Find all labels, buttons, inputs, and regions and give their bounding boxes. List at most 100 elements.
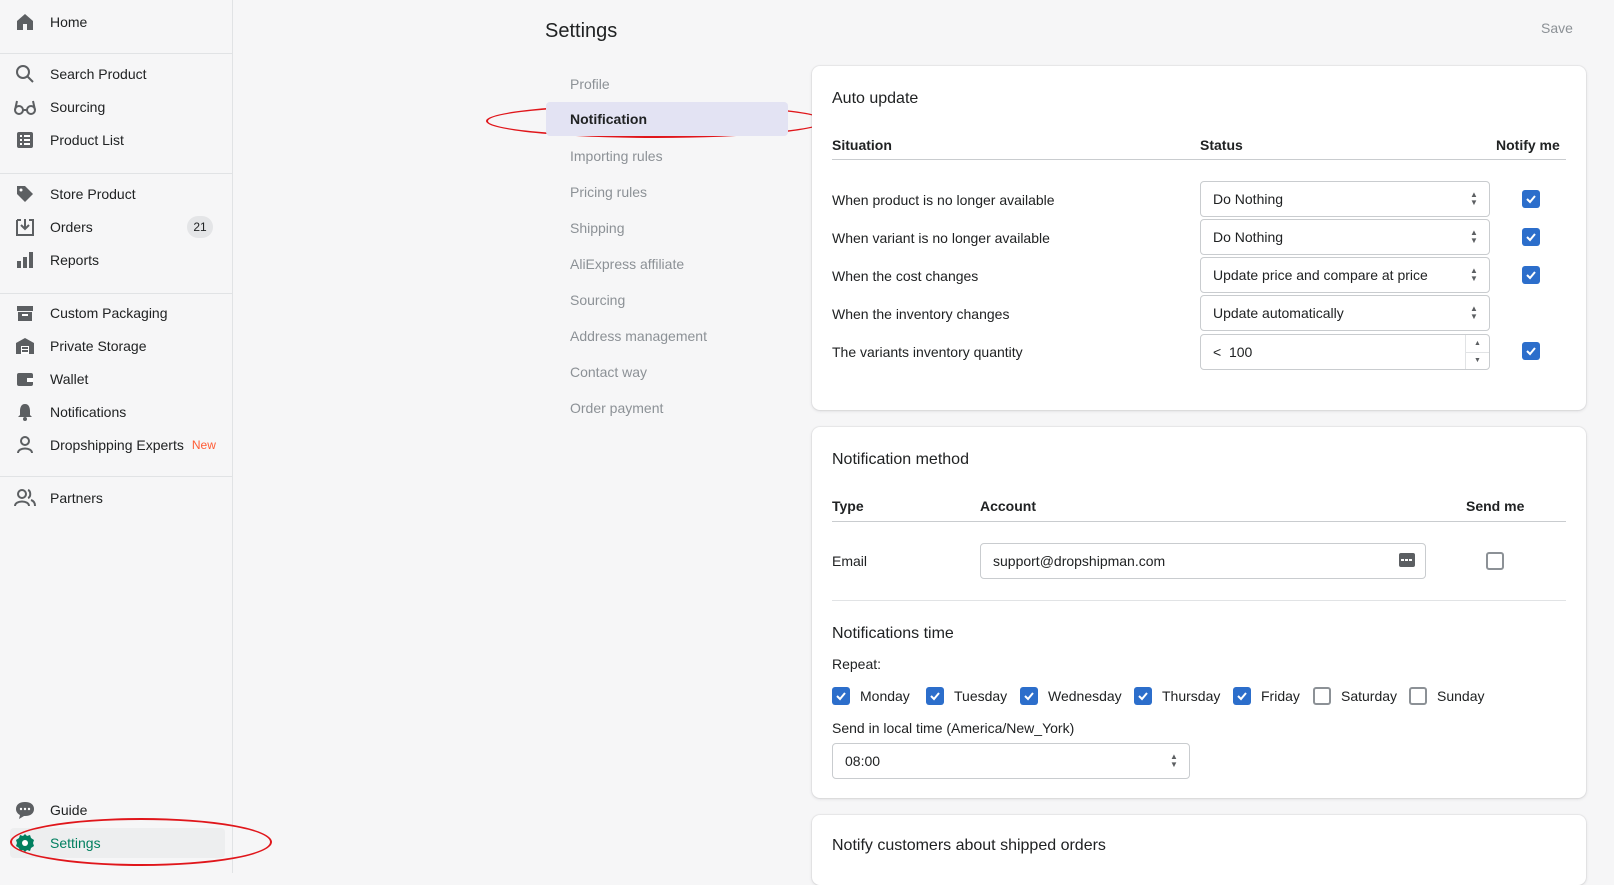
sidebar-item-notifications[interactable]: Notifications (10, 397, 225, 427)
checkmark-icon (1526, 271, 1536, 280)
column-header-status: Status (1200, 137, 1243, 153)
checkmark-icon (1138, 692, 1148, 701)
sidebar-item-label: Guide (50, 802, 88, 818)
settings-nav-importing-rules[interactable]: Importing rules (546, 139, 788, 173)
checkmark-icon (1526, 347, 1536, 356)
select-value: Update automatically (1213, 305, 1344, 321)
sidebar-item-wallet[interactable]: Wallet (10, 364, 225, 394)
sidebar-item-label: Dropshipping Experts (50, 437, 184, 453)
checkbox[interactable] (1233, 687, 1251, 705)
day-checkbox-saturday[interactable]: Saturday (1313, 687, 1397, 705)
partners-icon (14, 487, 36, 509)
home-icon (14, 11, 36, 33)
day-checkbox-sunday[interactable]: Sunday (1409, 687, 1484, 705)
auto-update-card: Auto update Situation Status Notify me W… (812, 66, 1586, 410)
sidebar-item-orders[interactable]: Orders 21 (10, 212, 225, 242)
new-tag: New (191, 438, 216, 452)
column-header-account: Account (980, 498, 1036, 514)
settings-nav-aliexpress-affiliate[interactable]: AliExpress affiliate (546, 247, 788, 281)
sidebar-item-private-storage[interactable]: Private Storage (10, 331, 225, 361)
shipped-orders-card: Notify customers about shipped orders (812, 815, 1586, 885)
select-value: 08:00 (845, 753, 881, 769)
stepper-up-icon[interactable]: ▲ (1466, 335, 1489, 353)
orders-icon (14, 216, 36, 238)
sidebar-item-dropshipping-experts[interactable]: Dropshipping Experts New (10, 430, 225, 460)
status-select[interactable]: Do Nothing ▲ ▼ (1200, 219, 1490, 255)
list-icon (14, 129, 36, 151)
autofill-icon[interactable] (1399, 553, 1415, 570)
select-caret-icon: ▲ ▼ (1170, 752, 1178, 769)
package-icon (14, 302, 36, 324)
checkbox[interactable] (926, 687, 944, 705)
checkbox[interactable] (1020, 687, 1038, 705)
sidebar-item-custom-packaging[interactable]: Custom Packaging (10, 298, 225, 328)
sidebar-item-product-list[interactable]: Product List (10, 125, 225, 155)
status-select[interactable]: Do Nothing ▲ ▼ (1200, 181, 1490, 217)
page-title: Settings (545, 20, 618, 42)
checkbox[interactable] (1134, 687, 1152, 705)
notify-checkbox[interactable] (1522, 266, 1540, 284)
sidebar-item-label: Product List (50, 132, 124, 148)
day-checkbox-friday[interactable]: Friday (1233, 687, 1300, 705)
bell-icon (14, 401, 36, 423)
divider (832, 521, 1566, 522)
status-select[interactable]: Update price and compare at price ▲ ▼ (1200, 257, 1490, 293)
settings-nav-shipping[interactable]: Shipping (546, 211, 788, 245)
divider (832, 159, 1566, 160)
day-label: Friday (1261, 688, 1300, 704)
checkbox[interactable] (1313, 687, 1331, 705)
checkmark-icon (1024, 692, 1034, 701)
situation-label: When product is no longer available (832, 192, 1055, 208)
day-checkbox-wednesday[interactable]: Wednesday (1020, 687, 1122, 705)
notify-checkbox[interactable] (1522, 228, 1540, 246)
send-me-checkbox[interactable] (1486, 552, 1504, 570)
select-value: Update price and compare at price (1213, 267, 1428, 283)
day-checkbox-thursday[interactable]: Thursday (1134, 687, 1220, 705)
settings-nav-order-payment[interactable]: Order payment (546, 391, 788, 425)
sidebar-item-search-product[interactable]: Search Product (10, 59, 225, 89)
settings-nav-notification[interactable]: Notification (546, 102, 788, 136)
situation-label: When the inventory changes (832, 306, 1010, 322)
search-icon (14, 63, 36, 85)
sidebar-item-store-product[interactable]: Store Product (10, 179, 225, 209)
sidebar: Home Search Product Sourcing Product Lis… (0, 0, 233, 873)
day-label: Thursday (1162, 688, 1221, 704)
time-select[interactable]: 08:00 ▲ ▼ (832, 743, 1190, 779)
sidebar-item-reports[interactable]: Reports (10, 245, 225, 275)
settings-nav-address-management[interactable]: Address management (546, 319, 788, 353)
situation-label: When variant is no longer available (832, 230, 1050, 246)
day-label: Monday (860, 688, 910, 704)
divider (832, 600, 1566, 601)
divider (0, 293, 233, 294)
method-type-label: Email (832, 553, 868, 569)
status-select[interactable]: Update automatically ▲ ▼ (1200, 295, 1490, 331)
sidebar-item-home[interactable]: Home (10, 7, 225, 37)
repeat-label: Repeat: (832, 656, 882, 672)
expert-icon (14, 434, 36, 456)
sidebar-item-partners[interactable]: Partners (10, 483, 225, 513)
sidebar-item-sourcing[interactable]: Sourcing (10, 92, 225, 122)
stepper-down-icon[interactable]: ▼ (1466, 353, 1489, 370)
situation-label: The variants inventory quantity (832, 344, 1023, 360)
settings-nav-pricing-rules[interactable]: Pricing rules (546, 175, 788, 209)
quantity-stepper[interactable]: ▲ ▼ (1465, 335, 1489, 369)
settings-nav-contact-way[interactable]: Contact way (546, 355, 788, 389)
section-title: Notifications time (832, 625, 954, 642)
settings-nav-profile[interactable]: Profile (546, 67, 788, 101)
day-label: Sunday (1437, 688, 1485, 704)
checkbox[interactable] (1409, 687, 1427, 705)
select-caret-icon: ▲ ▼ (1470, 304, 1478, 321)
wallet-icon (14, 368, 36, 390)
settings-nav-sourcing[interactable]: Sourcing (546, 283, 788, 317)
glasses-icon (14, 96, 36, 118)
day-checkbox-monday[interactable]: Monday (832, 687, 910, 705)
column-header-type: Type (832, 498, 864, 514)
annotation-ellipse-settings (10, 818, 272, 866)
notify-checkbox[interactable] (1522, 342, 1540, 360)
inventory-quantity-input[interactable]: < 100 ▲ ▼ (1200, 334, 1490, 370)
day-checkbox-tuesday[interactable]: Tuesday (926, 687, 1007, 705)
checkbox[interactable] (832, 687, 850, 705)
email-field[interactable]: support@dropshipman.com (980, 543, 1426, 579)
save-button[interactable]: Save (1541, 20, 1573, 36)
notify-checkbox[interactable] (1522, 190, 1540, 208)
